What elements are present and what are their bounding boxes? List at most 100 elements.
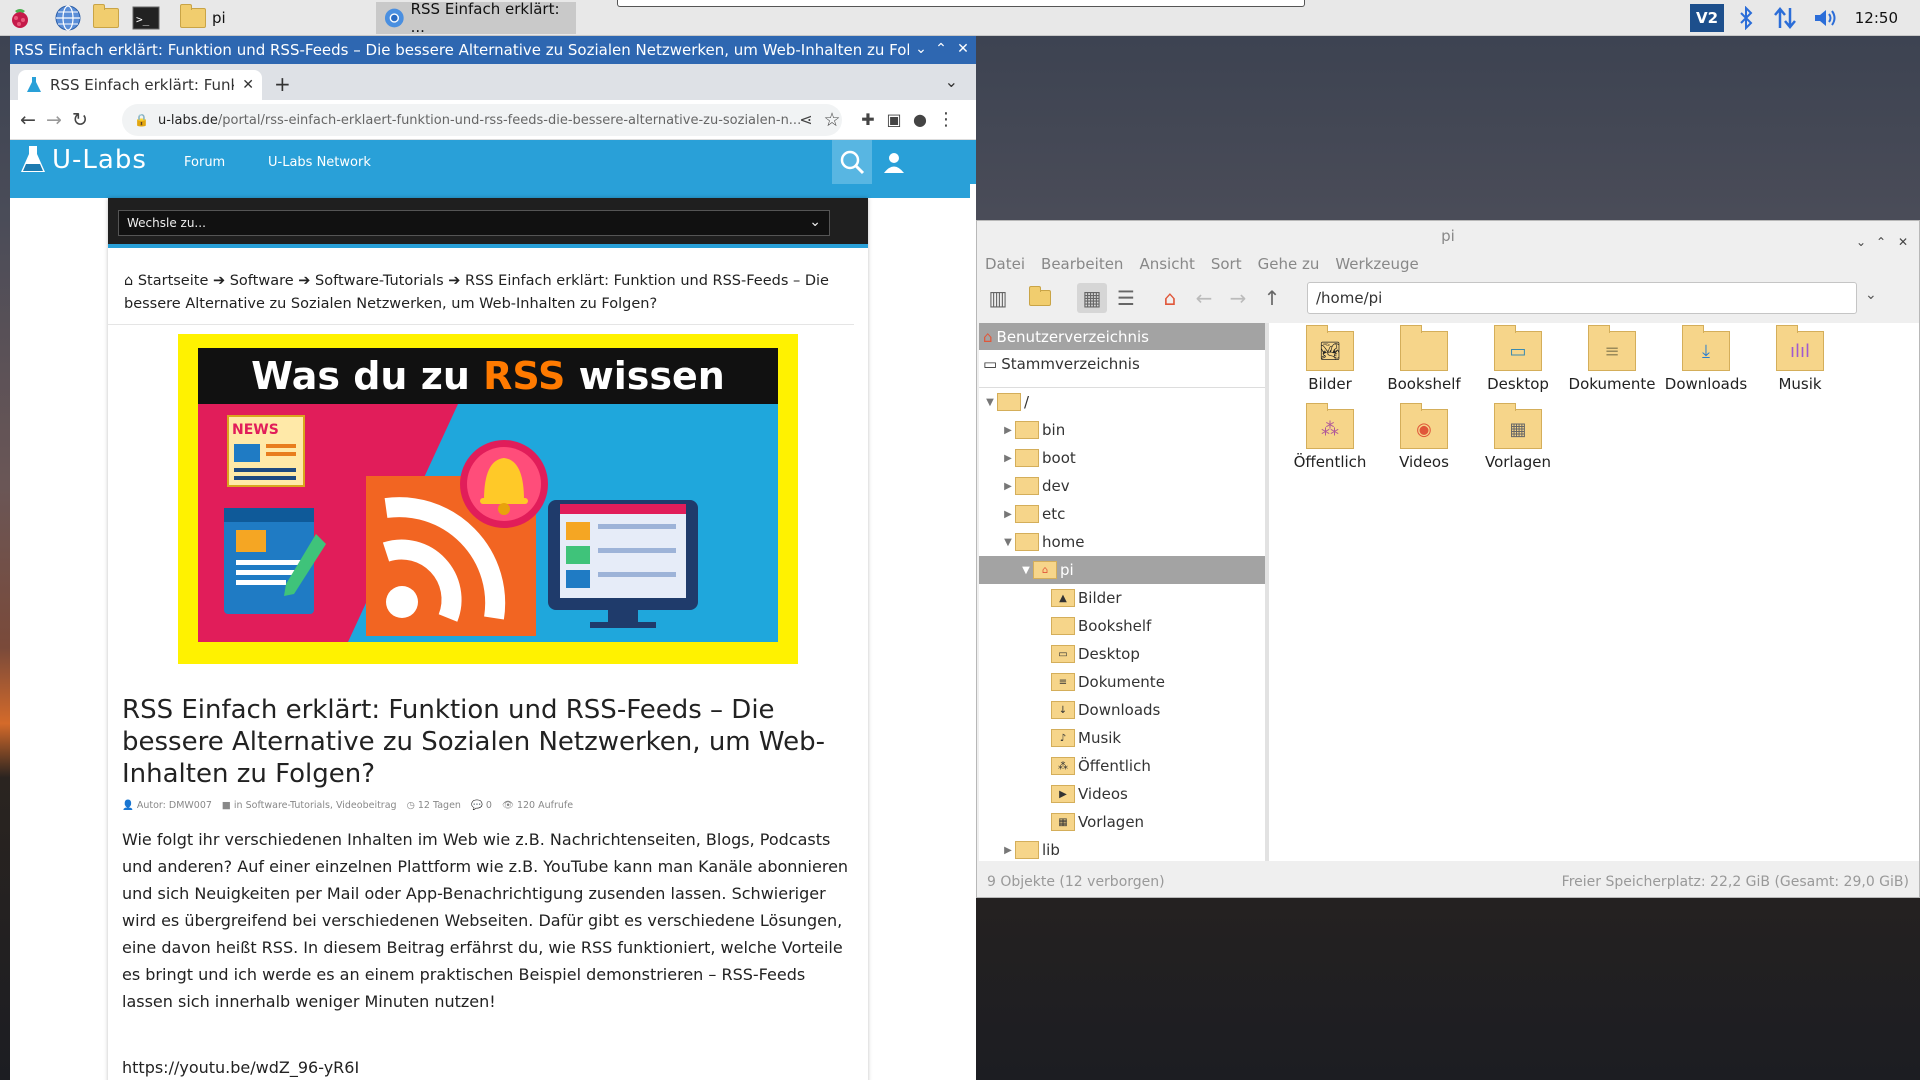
article-title: RSS Einfach erklärt: Funktion und RSS-Fe… (122, 695, 825, 789)
meta-comments[interactable]: 💬 0 (471, 800, 492, 811)
vnc-icon[interactable]: V2 (1690, 4, 1724, 32)
place-home[interactable]: ⌂ Benutzerverzeichnis (979, 323, 1265, 350)
jump-to-select[interactable]: Wechsle zu... ⌄ (118, 210, 830, 236)
file-manager-launcher-icon[interactable] (92, 4, 120, 32)
tree-musik[interactable]: ♪ Musik (979, 724, 1265, 752)
home-folder-icon[interactable]: ⌂ (1155, 283, 1185, 313)
fm-up-icon[interactable]: ↑ (1257, 283, 1287, 313)
tree-root[interactable]: ▼ / (979, 388, 1265, 416)
tree-home-label: home (1042, 533, 1085, 551)
browser-window-title: RSS Einfach erklärt: Funktion und RSS-Fe… (14, 41, 909, 59)
tree-videos[interactable]: ▶ Videos (979, 780, 1265, 808)
tree-home[interactable]: ▼ home (979, 528, 1265, 556)
task-file-manager[interactable]: pi (172, 2, 372, 34)
status-item-count: 9 Objekte (12 verborgen) (987, 874, 1165, 890)
tree-vorlagen[interactable]: ▦ Vorlagen (979, 808, 1265, 836)
close-icon[interactable]: ✕ (954, 41, 972, 57)
pictures-folder-icon: ▲ (1051, 589, 1075, 607)
item-dokumente[interactable]: ≡ Dokumente (1565, 325, 1659, 407)
menu-datei[interactable]: Datei (985, 255, 1025, 273)
tree-dokumente[interactable]: ≡ Dokumente (979, 668, 1265, 696)
minimize-icon[interactable]: ⌄ (912, 41, 930, 57)
videos-folder-icon: ▶ (1051, 785, 1075, 803)
bluetooth-icon[interactable] (1736, 4, 1756, 32)
item-musik[interactable]: ılıl Musik (1753, 325, 1847, 407)
back-icon[interactable]: ← (16, 108, 40, 132)
fm-close-icon[interactable]: ✕ (1895, 227, 1911, 257)
item-bookshelf[interactable]: Bookshelf (1377, 325, 1471, 407)
site-logo[interactable]: U-Labs (20, 144, 147, 176)
chromium-icon (384, 8, 404, 28)
icon-view-icon[interactable]: ▦ (1077, 283, 1107, 313)
fm-minimize-icon[interactable]: ⌄ (1853, 227, 1869, 257)
extensions-icon[interactable]: ✚ (856, 108, 880, 132)
menu-icon[interactable]: ⋮ (934, 108, 958, 132)
tree-etc[interactable]: ▶ etc (979, 500, 1265, 528)
article-video-link[interactable]: https://youtu.be/wdZ_96-yR6I (122, 1058, 359, 1077)
menu-ansicht[interactable]: Ansicht (1139, 255, 1194, 273)
terminal-launcher-icon[interactable]: >_ (132, 4, 160, 32)
volume-icon[interactable] (1812, 4, 1840, 32)
fm-maximize-icon[interactable]: ⌃ (1873, 227, 1889, 257)
tree-boot[interactable]: ▶ boot (979, 444, 1265, 472)
tab-search-chevron-icon[interactable]: ⌄ (945, 72, 958, 91)
fm-path-input[interactable]: /home/pi (1307, 282, 1857, 314)
tree-dev[interactable]: ▶ dev (979, 472, 1265, 500)
breadcrumb-text[interactable]: Startseite ➔ Software ➔ Software-Tutoria… (124, 273, 829, 312)
maximize-icon[interactable]: ⌃ (932, 41, 950, 57)
bookmark-star-icon[interactable]: ☆ (820, 108, 844, 132)
tree-vorlagen-label: Vorlagen (1078, 813, 1145, 831)
new-tab-icon[interactable]: + (274, 72, 291, 96)
menu-werkzeuge[interactable]: Werkzeuge (1335, 255, 1418, 273)
downloads-folder-icon: ⤓ (1682, 325, 1730, 371)
side-pane-toggle-icon[interactable]: ▥ (983, 283, 1013, 313)
meta-author[interactable]: 👤 Autor: DMW007 (122, 800, 212, 811)
tree-bookshelf[interactable]: Bookshelf (979, 612, 1265, 640)
task-browser[interactable]: RSS Einfach erklärt: ... (376, 0, 576, 36)
tree-downloads-label: Downloads (1078, 701, 1161, 719)
side-panel-icon[interactable]: ▣ (882, 108, 906, 132)
tab-close-icon[interactable]: ✕ (242, 77, 254, 93)
address-bar[interactable]: 🔒 u-labs.de/portal/rss-einfach-erklaert-… (122, 104, 842, 136)
item-downloads[interactable]: ⤓ Downloads (1659, 325, 1753, 407)
tree-dev-label: dev (1042, 477, 1070, 495)
item-videos[interactable]: ◉ Videos (1377, 403, 1471, 485)
file-manager-titlebar[interactable]: pi ⌄ ⌃ ✕ (977, 221, 1919, 251)
tree-bilder[interactable]: ▲ Bilder (979, 584, 1265, 612)
tree-lib[interactable]: ▶ lib (979, 836, 1265, 861)
browser-tab[interactable]: RSS Einfach erklärt: Funktion ✕ (18, 70, 262, 100)
item-bilder-label: Bilder (1308, 375, 1352, 393)
tree-downloads[interactable]: ↓ Downloads (979, 696, 1265, 724)
item-vorlagen[interactable]: ▦ Vorlagen (1471, 403, 1565, 485)
share-icon[interactable]: ⋖ (794, 108, 818, 132)
fm-back-icon[interactable]: ← (1189, 283, 1219, 313)
forward-icon[interactable]: → (42, 108, 66, 132)
reload-icon[interactable]: ↻ (68, 108, 92, 132)
place-root[interactable]: ▭ Stammverzeichnis (979, 350, 1265, 377)
site-search-icon[interactable] (832, 140, 872, 184)
menu-sort[interactable]: Sort (1211, 255, 1242, 273)
menu-gehe-zu[interactable]: Gehe zu (1258, 255, 1320, 273)
network-icon[interactable] (1772, 4, 1798, 32)
meta-category-text: in Software-Tutorials, Videobeitrag (233, 800, 397, 811)
fm-forward-icon[interactable]: → (1223, 283, 1253, 313)
item-oeffentlich[interactable]: ⁂ Öffentlich (1283, 403, 1377, 485)
tree-pi[interactable]: ▼ ⌂ pi (979, 556, 1265, 584)
tree-desktop[interactable]: ▭ Desktop (979, 640, 1265, 668)
item-bilder[interactable]: 🏞 Bilder (1283, 325, 1377, 407)
item-desktop[interactable]: ▭ Desktop (1471, 325, 1565, 407)
tree-oeffentlich[interactable]: ⁂ Öffentlich (979, 752, 1265, 780)
menu-bearbeiten[interactable]: Bearbeiten (1041, 255, 1123, 273)
web-browser-launcher-icon[interactable] (54, 4, 82, 32)
nav-forum[interactable]: Forum (184, 155, 225, 170)
browser-titlebar[interactable]: RSS Einfach erklärt: Funktion und RSS-Fe… (10, 36, 976, 64)
raspberry-menu-icon[interactable] (6, 4, 34, 32)
path-history-chevron-icon[interactable]: ⌄ (1865, 287, 1877, 303)
nav-ulabs-network[interactable]: U-Labs Network (268, 155, 371, 170)
tree-bin[interactable]: ▶ bin (979, 416, 1265, 444)
new-folder-icon[interactable] (1025, 283, 1055, 313)
site-user-icon[interactable] (874, 140, 914, 184)
profile-icon[interactable]: ● (908, 108, 932, 132)
list-view-icon[interactable]: ☰ (1111, 283, 1141, 313)
meta-category[interactable]: ■ in Software-Tutorials, Videobeitrag (222, 800, 397, 811)
